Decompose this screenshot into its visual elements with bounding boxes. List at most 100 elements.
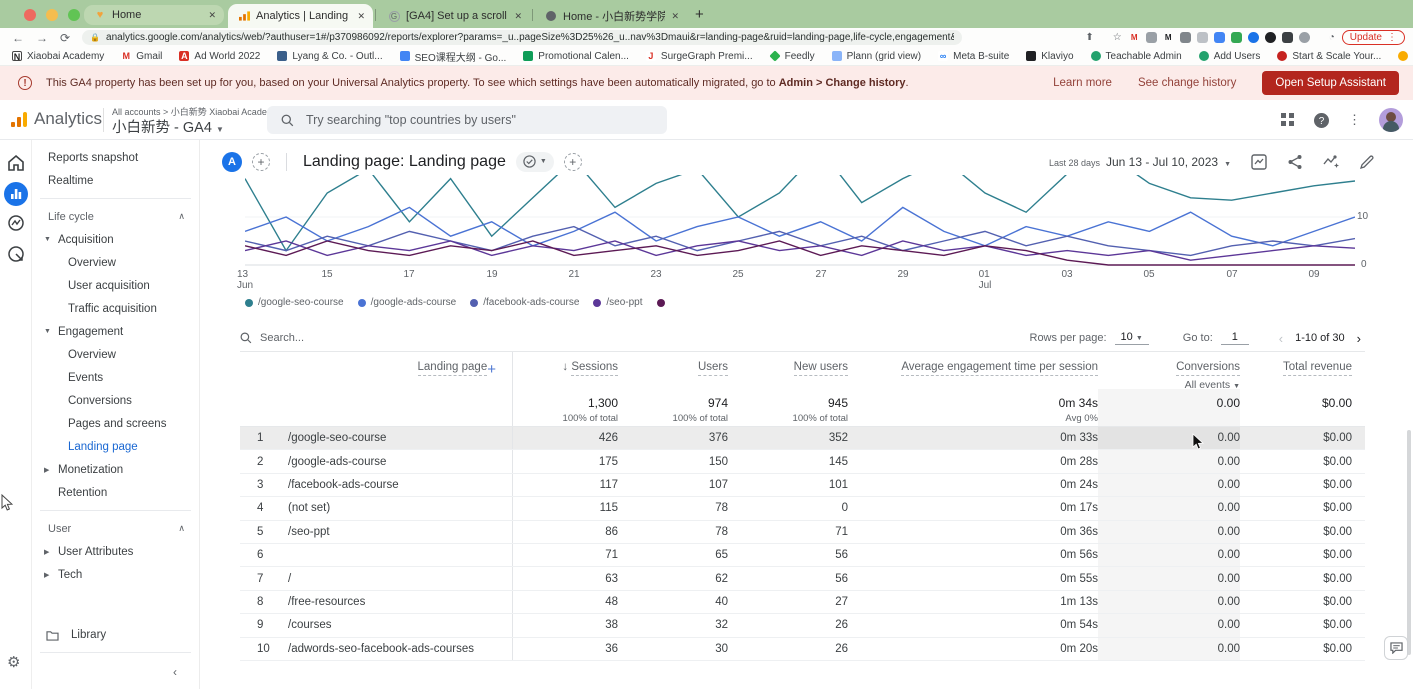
- browser-tab[interactable]: Home - 小白新势学院✕: [535, 4, 687, 28]
- table-row[interactable]: 3/facebook-ads-course1171071010m 24s0.00…: [240, 474, 1365, 497]
- browser-tab[interactable]: ♥Home✕: [84, 5, 224, 25]
- back-icon[interactable]: ←: [12, 31, 24, 45]
- report-snapshot-icon[interactable]: [1251, 154, 1267, 170]
- comparison-chip[interactable]: A: [222, 152, 242, 172]
- reload-icon[interactable]: ⟳: [60, 31, 70, 45]
- sidebar-item-realtime[interactable]: Realtime: [32, 169, 199, 192]
- bookmark-item[interactable]: JSurgeGraph Premi...: [646, 51, 753, 62]
- cell-landing-page[interactable]: /google-seo-course: [278, 427, 513, 449]
- minimize-window-icon[interactable]: [46, 9, 58, 21]
- cell-landing-page[interactable]: [278, 544, 513, 566]
- bookmark-item[interactable]: Start & Scale Your...: [1277, 51, 1381, 62]
- table-row[interactable]: 9/courses3832260m 54s0.00$0.00: [240, 614, 1365, 637]
- sidebar-item-pages-and-screens[interactable]: Pages and screens: [32, 412, 199, 435]
- blue-circle-extension-icon[interactable]: [1248, 32, 1259, 43]
- explore-icon[interactable]: [7, 214, 25, 232]
- goto-input[interactable]: 1: [1221, 331, 1249, 345]
- close-window-icon[interactable]: [24, 9, 36, 21]
- table-row[interactable]: 67165560m 56s0.00$0.00: [240, 544, 1365, 567]
- sidebar-item-engagement[interactable]: ▼Engagement: [32, 320, 199, 343]
- profile-icon[interactable]: ◔: [1329, 32, 1335, 43]
- browser-tab[interactable]: Analytics | Landing page: Land✕: [228, 4, 373, 28]
- legend-item[interactable]: /google-seo-course: [245, 297, 344, 308]
- table-row[interactable]: 7/6362560m 55s0.00$0.00: [240, 567, 1365, 590]
- maximize-window-icon[interactable]: [68, 9, 80, 21]
- legend-item[interactable]: /google-ads-course: [358, 297, 457, 308]
- edit-report-icon[interactable]: [1359, 154, 1375, 170]
- add-filter-button[interactable]: +: [564, 153, 582, 171]
- rows-per-page-select[interactable]: 10 ▼: [1115, 331, 1149, 345]
- property-switcher[interactable]: 小白新势 - GA4 ▼: [112, 116, 224, 137]
- cell-landing-page[interactable]: /facebook-ads-course: [278, 474, 513, 496]
- sidebar-item-user-acquisition[interactable]: User acquisition: [32, 274, 199, 297]
- advertising-icon[interactable]: [7, 245, 25, 263]
- tab-close-icon[interactable]: ✕: [208, 10, 216, 21]
- date-range-picker[interactable]: Last 28 days Jun 13 - Jul 10, 2023 ▼: [1049, 155, 1231, 169]
- contrast-extension-icon[interactable]: [1282, 32, 1293, 43]
- red-m-extension-icon[interactable]: M: [1129, 32, 1140, 43]
- camera-extension-icon[interactable]: [1180, 32, 1191, 43]
- sidebar-item-events[interactable]: Events: [32, 366, 199, 389]
- table-row[interactable]: 5/seo-ppt8678710m 36s0.00$0.00: [240, 521, 1365, 544]
- cell-landing-page[interactable]: /adwords-seo-facebook-ads-courses: [278, 638, 513, 660]
- bookmark-item[interactable]: NXiaobai Academy: [12, 51, 104, 62]
- sidebar-item-user[interactable]: User∧: [32, 517, 199, 540]
- diagnostics-grid-icon[interactable]: [1281, 113, 1295, 127]
- avatar[interactable]: [1379, 108, 1403, 132]
- table-row[interactable]: 8/free-resources4840271m 13s0.00$0.00: [240, 591, 1365, 614]
- search-bar[interactable]: Try searching "top countries by users": [267, 106, 667, 134]
- more-menu-icon[interactable]: ⋮: [1348, 112, 1361, 128]
- cell-landing-page[interactable]: /: [278, 567, 513, 589]
- window-controls[interactable]: [24, 9, 80, 21]
- blue-extension-icon[interactable]: [1214, 32, 1225, 43]
- grey-circle-extension-icon[interactable]: [1299, 32, 1310, 43]
- see-change-history-link[interactable]: See change history: [1138, 77, 1236, 89]
- legend-item[interactable]: /facebook-ads-course: [470, 297, 579, 308]
- prev-page-icon[interactable]: ‹: [1275, 331, 1287, 346]
- sidebar-item-retention[interactable]: Retention: [32, 481, 199, 504]
- bookmark-item[interactable]: ∞Meta B-suite: [938, 51, 1009, 62]
- cell-landing-page[interactable]: /seo-ppt: [278, 521, 513, 543]
- sidebar-item-conversions[interactable]: Conversions: [32, 389, 199, 412]
- dark-star-extension-icon[interactable]: [1265, 32, 1276, 43]
- bookmark-item[interactable]: Plann (grid view): [832, 51, 921, 62]
- tab-close-icon[interactable]: ✕: [671, 11, 679, 22]
- bookmark-item[interactable]: Add Users: [1199, 51, 1261, 62]
- cell-landing-page[interactable]: /google-ads-course: [278, 450, 513, 472]
- add-column-icon[interactable]: +: [487, 361, 512, 378]
- column-header-avg-engagement[interactable]: Average engagement time per session: [901, 361, 1098, 376]
- sidebar-item-acquisition[interactable]: ▼Acquisition: [32, 228, 199, 251]
- sidebar-item-overview[interactable]: Overview: [32, 343, 199, 366]
- dark-m-extension-icon[interactable]: M: [1163, 32, 1174, 43]
- cell-landing-page[interactable]: (not set): [278, 497, 513, 519]
- browser-tab[interactable]: G[GA4] Set up a scroll conversi✕: [378, 4, 530, 28]
- sidebar-item-landing-page[interactable]: Landing page: [32, 435, 199, 458]
- collapse-sidebar-icon[interactable]: ‹: [173, 665, 177, 679]
- column-header-sessions[interactable]: Sessions: [571, 361, 618, 376]
- sidebar-item-traffic-acquisition[interactable]: Traffic acquisition: [32, 297, 199, 320]
- address-bar[interactable]: 🔒 analytics.google.com/analytics/web/?au…: [82, 30, 962, 45]
- forward-icon[interactable]: →: [36, 31, 48, 45]
- next-page-icon[interactable]: ›: [1353, 331, 1365, 346]
- bookmark-item[interactable]: Feedly: [770, 51, 815, 62]
- feedback-button[interactable]: [1384, 636, 1408, 660]
- sidebar-item-overview[interactable]: Overview: [32, 251, 199, 274]
- sidebar-item-library[interactable]: Library: [32, 623, 200, 647]
- bookmark-item[interactable]: Lyang & Co. - Outl...: [277, 51, 382, 62]
- chrome-update-button[interactable]: Update ⋮: [1342, 30, 1405, 45]
- share-report-icon[interactable]: [1287, 154, 1303, 170]
- tab-close-icon[interactable]: ✕: [357, 11, 365, 22]
- open-setup-assistant-button[interactable]: Open Setup Assistant: [1262, 71, 1399, 95]
- bookmark-item[interactable]: MGmail: [121, 51, 162, 62]
- green-extension-icon[interactable]: [1231, 32, 1242, 43]
- sidebar-item-reports-snapshot[interactable]: Reports snapshot: [32, 146, 199, 169]
- pen-extension-icon[interactable]: [1146, 32, 1157, 43]
- column-header-landing-page[interactable]: Landing page: [418, 361, 488, 376]
- help-icon[interactable]: ?: [1313, 112, 1330, 129]
- scrollbar[interactable]: [1407, 430, 1411, 655]
- table-row[interactable]: 2/google-ads-course1751501450m 28s0.00$0…: [240, 450, 1365, 473]
- bookmark-item[interactable]: eCommerce Case...: [1398, 51, 1413, 62]
- bookmark-item[interactable]: Klaviyo: [1026, 51, 1073, 62]
- table-search[interactable]: Search...: [240, 332, 304, 344]
- table-row[interactable]: 10/adwords-seo-facebook-ads-courses36302…: [240, 638, 1365, 661]
